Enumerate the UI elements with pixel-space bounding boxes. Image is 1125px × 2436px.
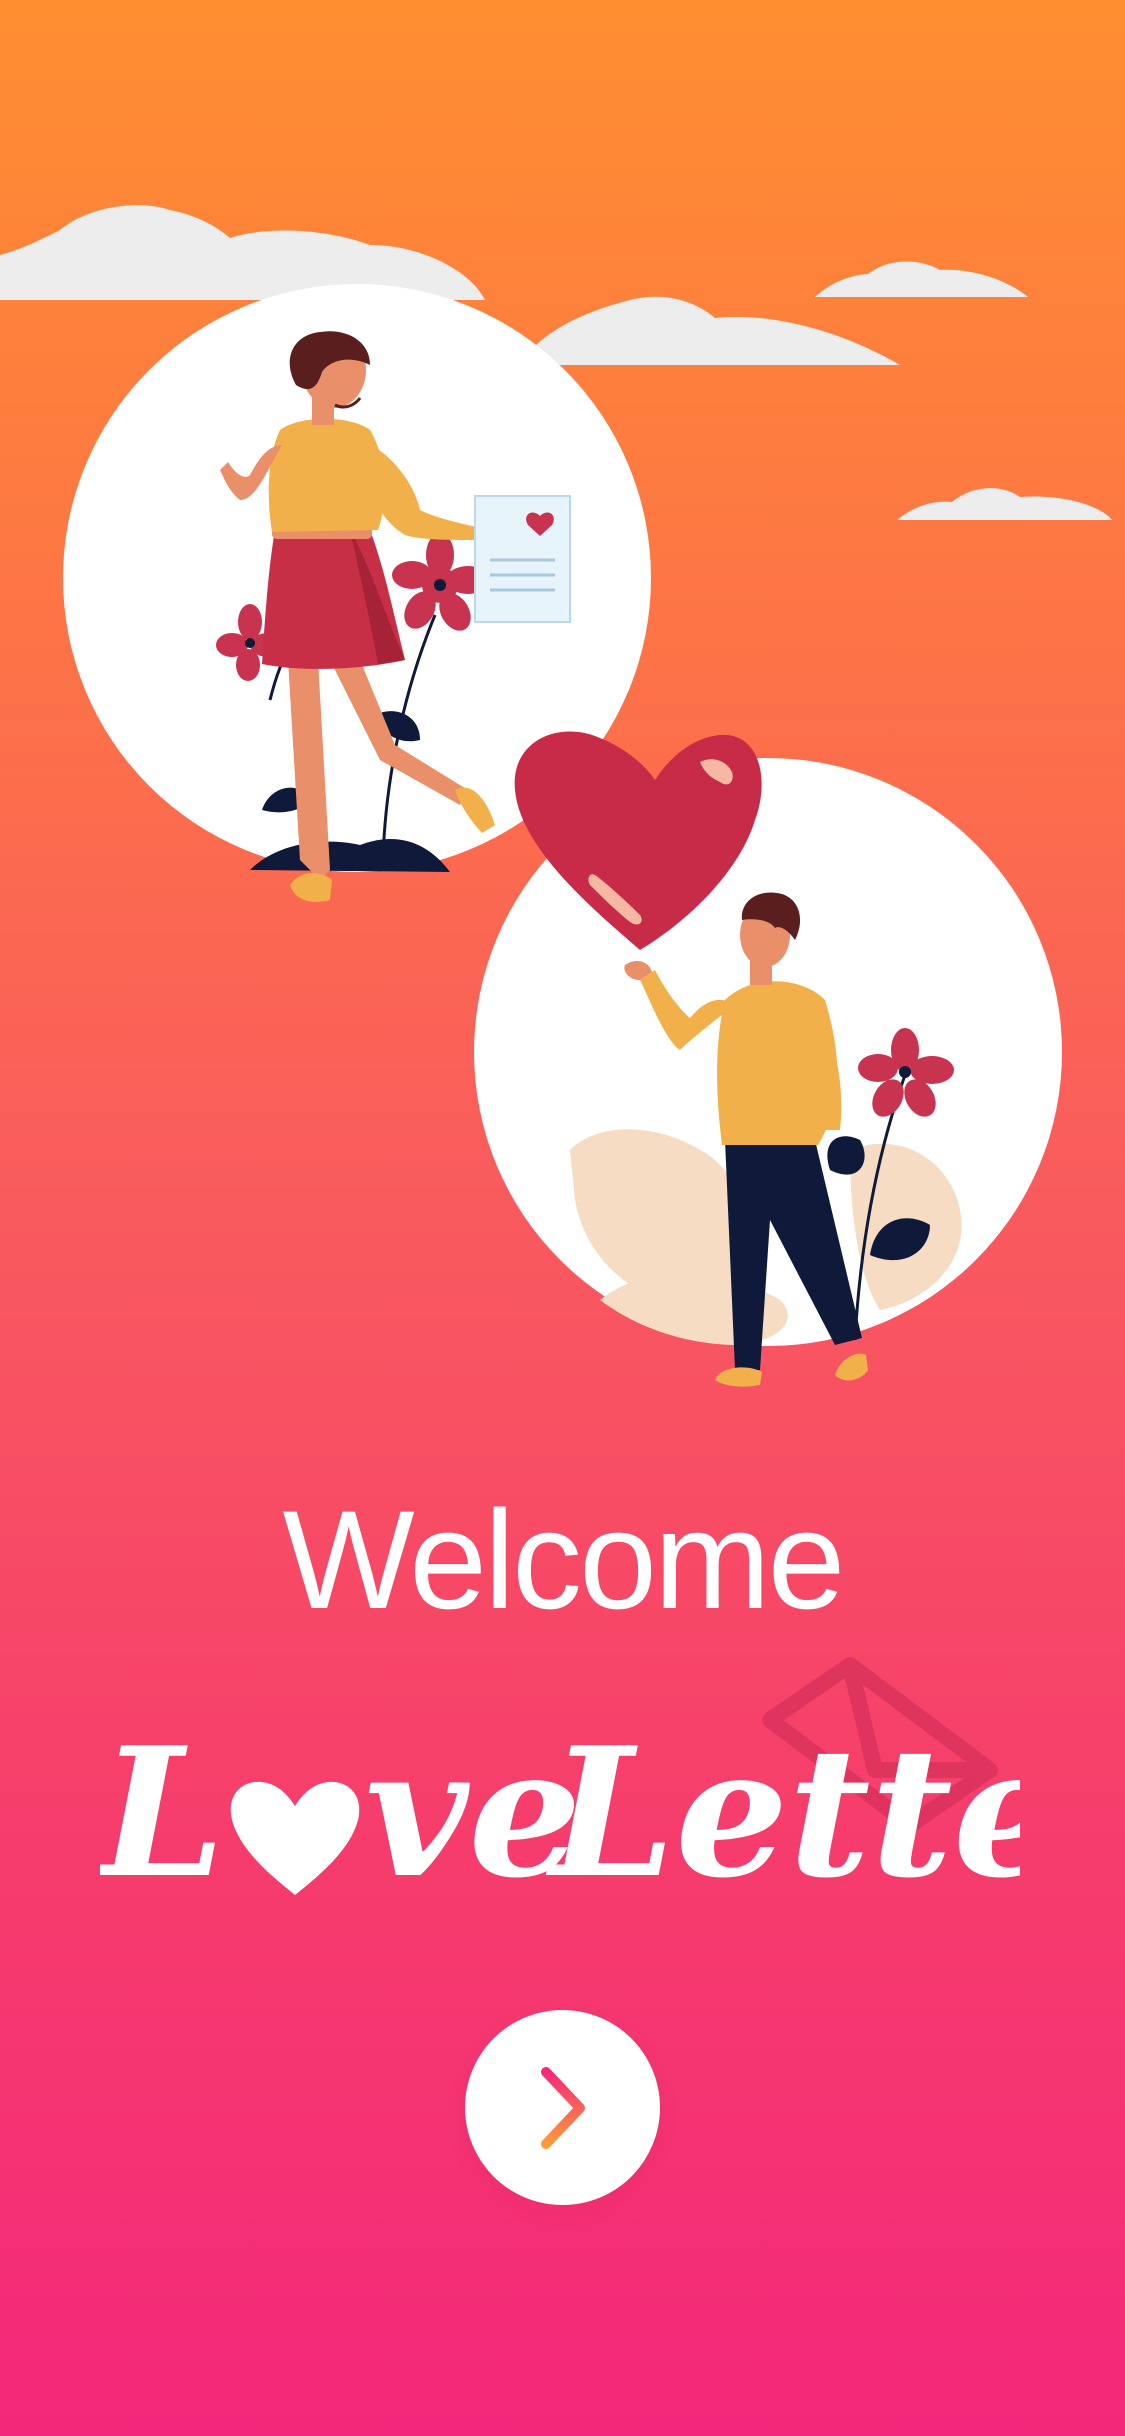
cloud-icon bbox=[897, 488, 1112, 520]
welcome-title: Welcome bbox=[282, 1481, 846, 1638]
logo-letter-l: L bbox=[100, 1708, 225, 1910]
next-button[interactable] bbox=[465, 2010, 660, 2205]
cloud-icon bbox=[0, 205, 485, 300]
app-logo: L ve Letter bbox=[100, 1650, 1020, 1910]
hero-illustration bbox=[0, 205, 1112, 1387]
chevron-right-icon bbox=[540, 2066, 585, 2149]
letter-icon bbox=[474, 495, 571, 623]
welcome-screen: Welcome L ve Letter bbox=[0, 0, 1125, 2436]
cloud-icon bbox=[520, 296, 900, 365]
logo-word-letter: Letter bbox=[545, 1708, 1020, 1910]
logo-heart-icon bbox=[230, 1781, 360, 1895]
cloud-icon bbox=[815, 261, 1028, 297]
